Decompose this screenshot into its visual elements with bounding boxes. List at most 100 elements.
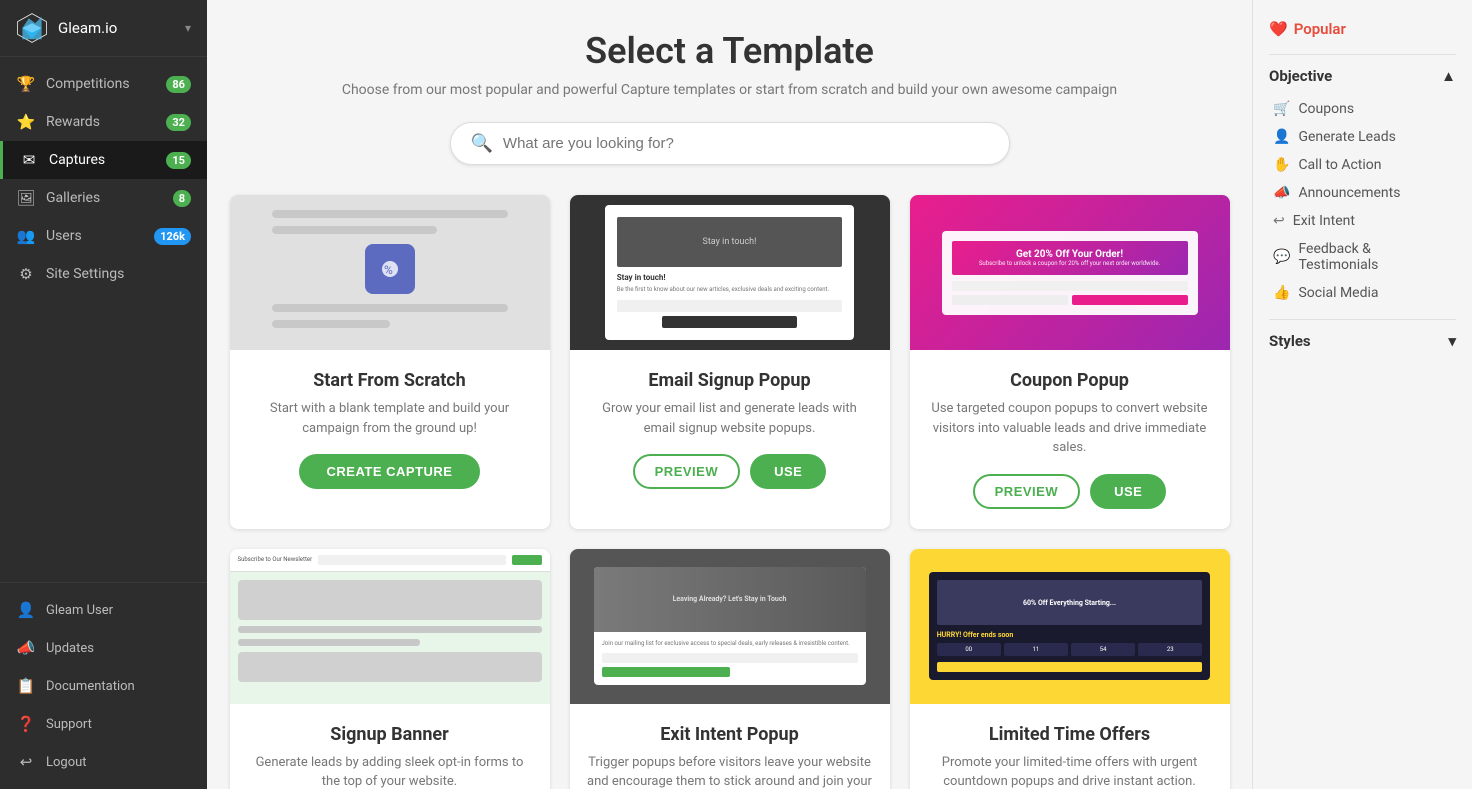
- scratch-mock: %: [262, 200, 518, 346]
- coupon-desc: Use targeted coupon popups to convert we…: [926, 399, 1214, 458]
- banner-line-2: [238, 639, 420, 646]
- lto-timer-mins: 54: [1071, 643, 1135, 656]
- support-icon: ❓: [16, 715, 36, 733]
- filter-generate-leads[interactable]: 👤 Generate Leads: [1269, 123, 1456, 151]
- coupon-mock-subtitle: Subscribe to unlock a coupon for 20% off…: [960, 260, 1180, 267]
- filter-divider-2: [1269, 319, 1456, 320]
- social-filter-icon: 👍: [1273, 285, 1290, 301]
- sidebar-item-support[interactable]: ❓ Support: [0, 705, 207, 743]
- cta-filter-icon: ✋: [1273, 157, 1290, 173]
- email-mock: Stay in touch! Stay in touch! Be the fir…: [570, 195, 890, 350]
- sidebar-item-label: Captures: [49, 152, 166, 168]
- filter-announcements[interactable]: 📣 Announcements: [1269, 179, 1456, 207]
- rewards-badge: 32: [166, 114, 191, 131]
- search-icon: 🔍: [471, 133, 493, 154]
- feedback-filter-icon: 💬: [1273, 249, 1290, 265]
- email-name: Email Signup Popup: [586, 370, 874, 391]
- sidebar-item-captures[interactable]: ✉ Captures 15: [0, 141, 207, 179]
- updates-label: Updates: [46, 641, 191, 656]
- sidebar-item-label: Competitions: [46, 76, 166, 92]
- filter-divider-1: [1269, 54, 1456, 55]
- gleam-logo-icon: [16, 12, 48, 44]
- filter-call-to-action[interactable]: ✋ Call to Action: [1269, 151, 1456, 179]
- exit-filter-icon: ↩: [1273, 213, 1285, 229]
- coupon-preview-button[interactable]: PREVIEW: [973, 474, 1080, 509]
- filter-popular[interactable]: ❤️ Popular: [1269, 20, 1456, 38]
- sidebar-item-galleries[interactable]: 🖼 Galleries 8: [0, 179, 207, 217]
- exit-mock-inner: Leaving Already? Let's Stay in Touch Joi…: [594, 567, 866, 686]
- sidebar-item-label: Site Settings: [46, 266, 191, 282]
- filter-coupons[interactable]: 🛒 Coupons: [1269, 95, 1456, 123]
- exit-filter-label: Exit Intent: [1293, 213, 1355, 229]
- lto-desc: Promote your limited-time offers with ur…: [926, 753, 1214, 789]
- captures-badge: 15: [166, 152, 191, 169]
- email-mock-input: [617, 300, 843, 312]
- banner-top-bar: Subscribe to Our Newsletter: [230, 549, 550, 572]
- lto-name: Limited Time Offers: [926, 724, 1214, 745]
- exit-text: Join our mailing list for exclusive acce…: [602, 640, 858, 648]
- coupon-mock-btns: [952, 295, 1188, 305]
- scratch-line: [272, 304, 508, 312]
- sidebar-item-site-settings[interactable]: ⚙ Site Settings: [0, 255, 207, 293]
- sidebar-item-rewards[interactable]: ⭐ Rewards 32: [0, 103, 207, 141]
- search-input[interactable]: [503, 135, 989, 152]
- template-card-email: Stay in touch! Stay in touch! Be the fir…: [570, 195, 890, 529]
- sidebar-item-updates[interactable]: 📣 Updates: [0, 629, 207, 667]
- coupon-mock-title: Get 20% Off Your Order!: [960, 249, 1180, 260]
- right-sidebar: ❤️ Popular Objective ▲ 🛒 Coupons 👤 Gener…: [1252, 0, 1472, 789]
- banner-mock: Subscribe to Our Newsletter: [230, 549, 550, 704]
- logout-label: Logout: [46, 755, 191, 770]
- sidebar-item-competitions[interactable]: 🏆 Competitions 86: [0, 65, 207, 103]
- lto-timer-days: 00: [937, 643, 1001, 656]
- coupon-actions: PREVIEW USE: [926, 474, 1214, 509]
- sidebar-item-logout[interactable]: ↩ Logout: [0, 743, 207, 781]
- scratch-name: Start From Scratch: [246, 370, 534, 391]
- styles-filter-title[interactable]: Styles ▾: [1269, 332, 1456, 350]
- user-icon: 👤: [16, 601, 36, 619]
- search-bar[interactable]: 🔍: [450, 122, 1010, 165]
- sidebar-item-gleam-user[interactable]: 👤 Gleam User: [0, 591, 207, 629]
- lto-mock-inner: 60% Off Everything Starting... HURRY! Of…: [929, 572, 1211, 680]
- coupons-filter-icon: 🛒: [1273, 101, 1290, 117]
- sidebar-item-label: Rewards: [46, 114, 166, 130]
- exit-img-text: Leaving Already? Let's Stay in Touch: [673, 595, 787, 603]
- email-preview-button[interactable]: PREVIEW: [633, 454, 740, 489]
- sidebar-item-documentation[interactable]: 📋 Documentation: [0, 667, 207, 705]
- lto-timer: 00 11 54 23: [937, 643, 1203, 656]
- banner-body-text: Signup Banner Generate leads by adding s…: [230, 704, 550, 789]
- lto-title: HURRY! Offer ends soon: [937, 631, 1203, 639]
- rewards-icon: ⭐: [16, 113, 36, 131]
- filter-social-media[interactable]: 👍 Social Media: [1269, 279, 1456, 307]
- templates-grid: % Start From Scratch Start with a blank …: [230, 195, 1230, 789]
- lto-timer-secs: 23: [1138, 643, 1202, 656]
- filter-exit-intent[interactable]: ↩ Exit Intent: [1269, 207, 1456, 235]
- lto-preview: 60% Off Everything Starting... HURRY! Of…: [910, 549, 1230, 704]
- popular-label: Popular: [1294, 20, 1346, 38]
- sidebar-item-users[interactable]: 👥 Users 126k: [0, 217, 207, 255]
- objective-chevron: ▲: [1441, 67, 1456, 85]
- coupon-mock-inner: Get 20% Off Your Order! Subscribe to unl…: [942, 231, 1198, 315]
- sidebar-logo[interactable]: Gleam.io ▾: [0, 0, 207, 57]
- email-mock-btn: [662, 316, 797, 328]
- banner-block-2: [238, 652, 542, 682]
- sidebar-item-label: Galleries: [46, 190, 173, 206]
- exit-name: Exit Intent Popup: [586, 724, 874, 745]
- captures-icon: ✉: [19, 151, 39, 169]
- exit-input: [602, 653, 858, 663]
- email-mock-img: Stay in touch!: [617, 217, 843, 267]
- banner-name: Signup Banner: [246, 724, 534, 745]
- lto-img-text: 60% Off Everything Starting...: [1023, 599, 1116, 607]
- styles-label: Styles: [1269, 332, 1311, 350]
- coupon-use-button[interactable]: USE: [1090, 474, 1166, 509]
- feedback-filter-label: Feedback & Testimonials: [1298, 241, 1452, 273]
- lto-img: 60% Off Everything Starting...: [937, 580, 1203, 625]
- competitions-badge: 86: [166, 76, 191, 93]
- scratch-body: Start From Scratch Start with a blank te…: [230, 350, 550, 509]
- coupon-body: Coupon Popup Use targeted coupon popups …: [910, 350, 1230, 529]
- objective-filter-title[interactable]: Objective ▲: [1269, 67, 1456, 85]
- exit-btn: [602, 667, 730, 677]
- create-capture-button[interactable]: CREATE CAPTURE: [299, 454, 481, 489]
- email-use-button[interactable]: USE: [750, 454, 826, 489]
- email-mock-text: Be the first to know about our new artic…: [617, 286, 843, 294]
- filter-feedback[interactable]: 💬 Feedback & Testimonials: [1269, 235, 1456, 279]
